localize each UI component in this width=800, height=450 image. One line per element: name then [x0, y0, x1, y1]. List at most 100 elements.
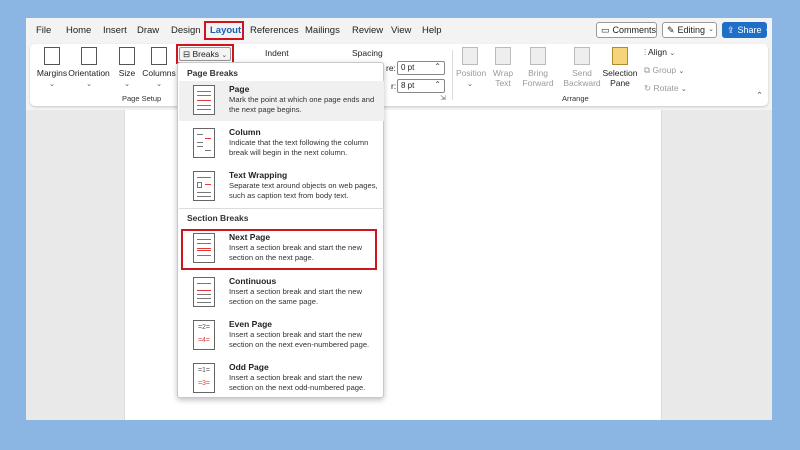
menu-item-page-break[interactable]: Page Mark the point at which one page en… [179, 81, 384, 121]
rotate-icon: ↻ [644, 83, 652, 93]
continuous-desc: Insert a section break and start the new… [229, 287, 362, 307]
editing-button[interactable]: ✎ Editing ⌄ [662, 22, 717, 38]
column-break-icon [193, 128, 215, 158]
orientation-button[interactable]: Orientation ⌄ [68, 47, 110, 90]
spacing-after-value: 8 pt [401, 81, 415, 90]
spacing-label: Spacing [352, 48, 383, 58]
wrap-text-label-2: Text [495, 78, 511, 88]
odd-page-break-icon: =1= =3= [193, 363, 215, 393]
even-page-break-icon: =2= =4= [193, 320, 215, 350]
send-backward-label-1: Send [572, 68, 592, 78]
send-backward-button[interactable]: Send Backward [562, 47, 602, 88]
page-break-title: Page [229, 84, 250, 94]
tab-review[interactable]: Review [352, 25, 383, 36]
group-divider [452, 50, 453, 100]
word-window: File Home Insert Draw Design Layout Refe… [26, 18, 772, 420]
tab-draw[interactable]: Draw [137, 25, 159, 36]
margins-label: Margins [36, 68, 68, 78]
collapse-ribbon-icon[interactable]: ⌃ [756, 90, 763, 101]
selection-pane-icon [612, 47, 628, 65]
spacing-after-input[interactable]: 8 pt [397, 79, 445, 93]
rotate-button[interactable]: ↻ Rotate ⌄ [644, 83, 687, 94]
bring-forward-icon [530, 47, 546, 65]
wrap-text-button[interactable]: Wrap Text [490, 47, 516, 88]
spacing-before-input[interactable]: 0 pt [397, 61, 445, 75]
align-icon: ⫶ [644, 47, 647, 57]
continuous-title: Continuous [229, 276, 277, 286]
tab-help[interactable]: Help [422, 25, 442, 36]
tab-insert[interactable]: Insert [103, 25, 127, 36]
breaks-button[interactable]: ⊟ Breaks ⌄ [179, 47, 231, 61]
continuous-break-icon [193, 277, 215, 307]
even-page-title: Even Page [229, 319, 272, 329]
menu-item-next-page[interactable]: Next Page Insert a section break and sta… [179, 229, 384, 269]
tab-references[interactable]: References [250, 25, 299, 36]
arrange-group-label: Arrange [562, 94, 589, 103]
group-icon: ⧉ [644, 65, 651, 75]
send-backward-icon [574, 47, 590, 65]
next-page-title: Next Page [229, 232, 271, 242]
breaks-dropdown-menu: Page Breaks Page Mark the point at which… [177, 62, 384, 398]
align-button[interactable]: ⫶ Align ⌄ [644, 47, 675, 58]
spacing-before-label: re: [386, 63, 396, 73]
orientation-label: Orientation [68, 68, 110, 78]
odd-page-title: Odd Page [229, 362, 269, 372]
indent-label: Indent [265, 48, 289, 58]
group-button[interactable]: ⧉ Group ⌄ [644, 65, 684, 76]
tab-layout[interactable]: Layout [210, 25, 241, 36]
menu-item-column-break[interactable]: Column Indicate that the text following … [179, 124, 384, 164]
pencil-icon: ✎ [667, 25, 675, 35]
tab-mailings[interactable]: Mailings [305, 25, 340, 36]
align-label: Align [648, 47, 667, 57]
text-wrapping-icon [193, 171, 215, 201]
size-label: Size [118, 68, 136, 78]
ribbon-tabs: File Home Insert Draw Design Layout Refe… [26, 18, 772, 44]
menu-item-odd-page[interactable]: =1= =3= Odd Page Insert a section break a… [179, 359, 384, 399]
page-breaks-header: Page Breaks [187, 68, 239, 78]
section-breaks-header: Section Breaks [187, 213, 249, 223]
tab-file[interactable]: File [36, 25, 51, 36]
position-label: Position [456, 68, 487, 78]
tab-design[interactable]: Design [171, 25, 201, 36]
wrap-text-label-1: Wrap [492, 68, 514, 78]
breaks-label: Breaks [192, 49, 219, 59]
text-wrapping-desc: Separate text around objects on web page… [229, 181, 378, 201]
position-button[interactable]: Position ⌄ [456, 47, 487, 90]
odd-page-desc: Insert a section break and start the new… [229, 373, 366, 393]
tab-view[interactable]: View [391, 25, 411, 36]
selection-pane-button[interactable]: Selection Pane [602, 47, 638, 88]
page-size-icon [119, 47, 135, 65]
wrap-text-icon [495, 47, 511, 65]
next-page-break-icon [193, 233, 215, 263]
text-wrapping-title: Text Wrapping [229, 170, 288, 180]
editing-label: Editing [677, 25, 706, 35]
comments-button[interactable]: ▭ Comments [596, 22, 657, 38]
selection-pane-label-1: Selection [602, 68, 638, 78]
share-icon: ⇪ [727, 25, 735, 35]
tab-home[interactable]: Home [66, 25, 91, 36]
size-button[interactable]: Size ⌄ [116, 47, 138, 90]
menu-item-even-page[interactable]: =2= =4= Even Page Insert a section break … [179, 316, 384, 356]
bring-forward-button[interactable]: Bring Forward [522, 47, 554, 88]
chevron-down-icon: ⌄ [764, 26, 771, 33]
paragraph-dialog-launcher-icon[interactable]: ⇲ [440, 94, 446, 102]
document-canvas [26, 110, 772, 420]
send-backward-label-2: Backward [563, 78, 601, 88]
chevron-down-icon: ⌄ [708, 26, 714, 33]
margins-button[interactable]: Margins ⌄ [36, 47, 68, 90]
columns-label: Columns [142, 68, 176, 78]
menu-item-continuous[interactable]: Continuous Insert a section break and st… [179, 273, 384, 313]
menu-item-text-wrapping[interactable]: Text Wrapping Separate text around objec… [179, 167, 384, 207]
columns-button[interactable]: Columns ⌄ [141, 47, 177, 90]
even-page-desc: Insert a section break and start the new… [229, 330, 370, 350]
share-button[interactable]: ⇪ Share ⌄ [722, 22, 770, 38]
selection-pane-label-2: Pane [610, 78, 630, 88]
position-icon [462, 47, 478, 65]
bring-forward-label-1: Bring [528, 68, 548, 78]
column-break-desc: Indicate that the text following the col… [229, 138, 369, 158]
page-setup-group-label: Page Setup [122, 94, 162, 103]
breaks-icon: ⊟ [183, 49, 191, 59]
page-break-icon [193, 85, 215, 115]
column-break-title: Column [229, 127, 261, 137]
page-break-desc: Mark the point at which one page ends an… [229, 95, 375, 115]
